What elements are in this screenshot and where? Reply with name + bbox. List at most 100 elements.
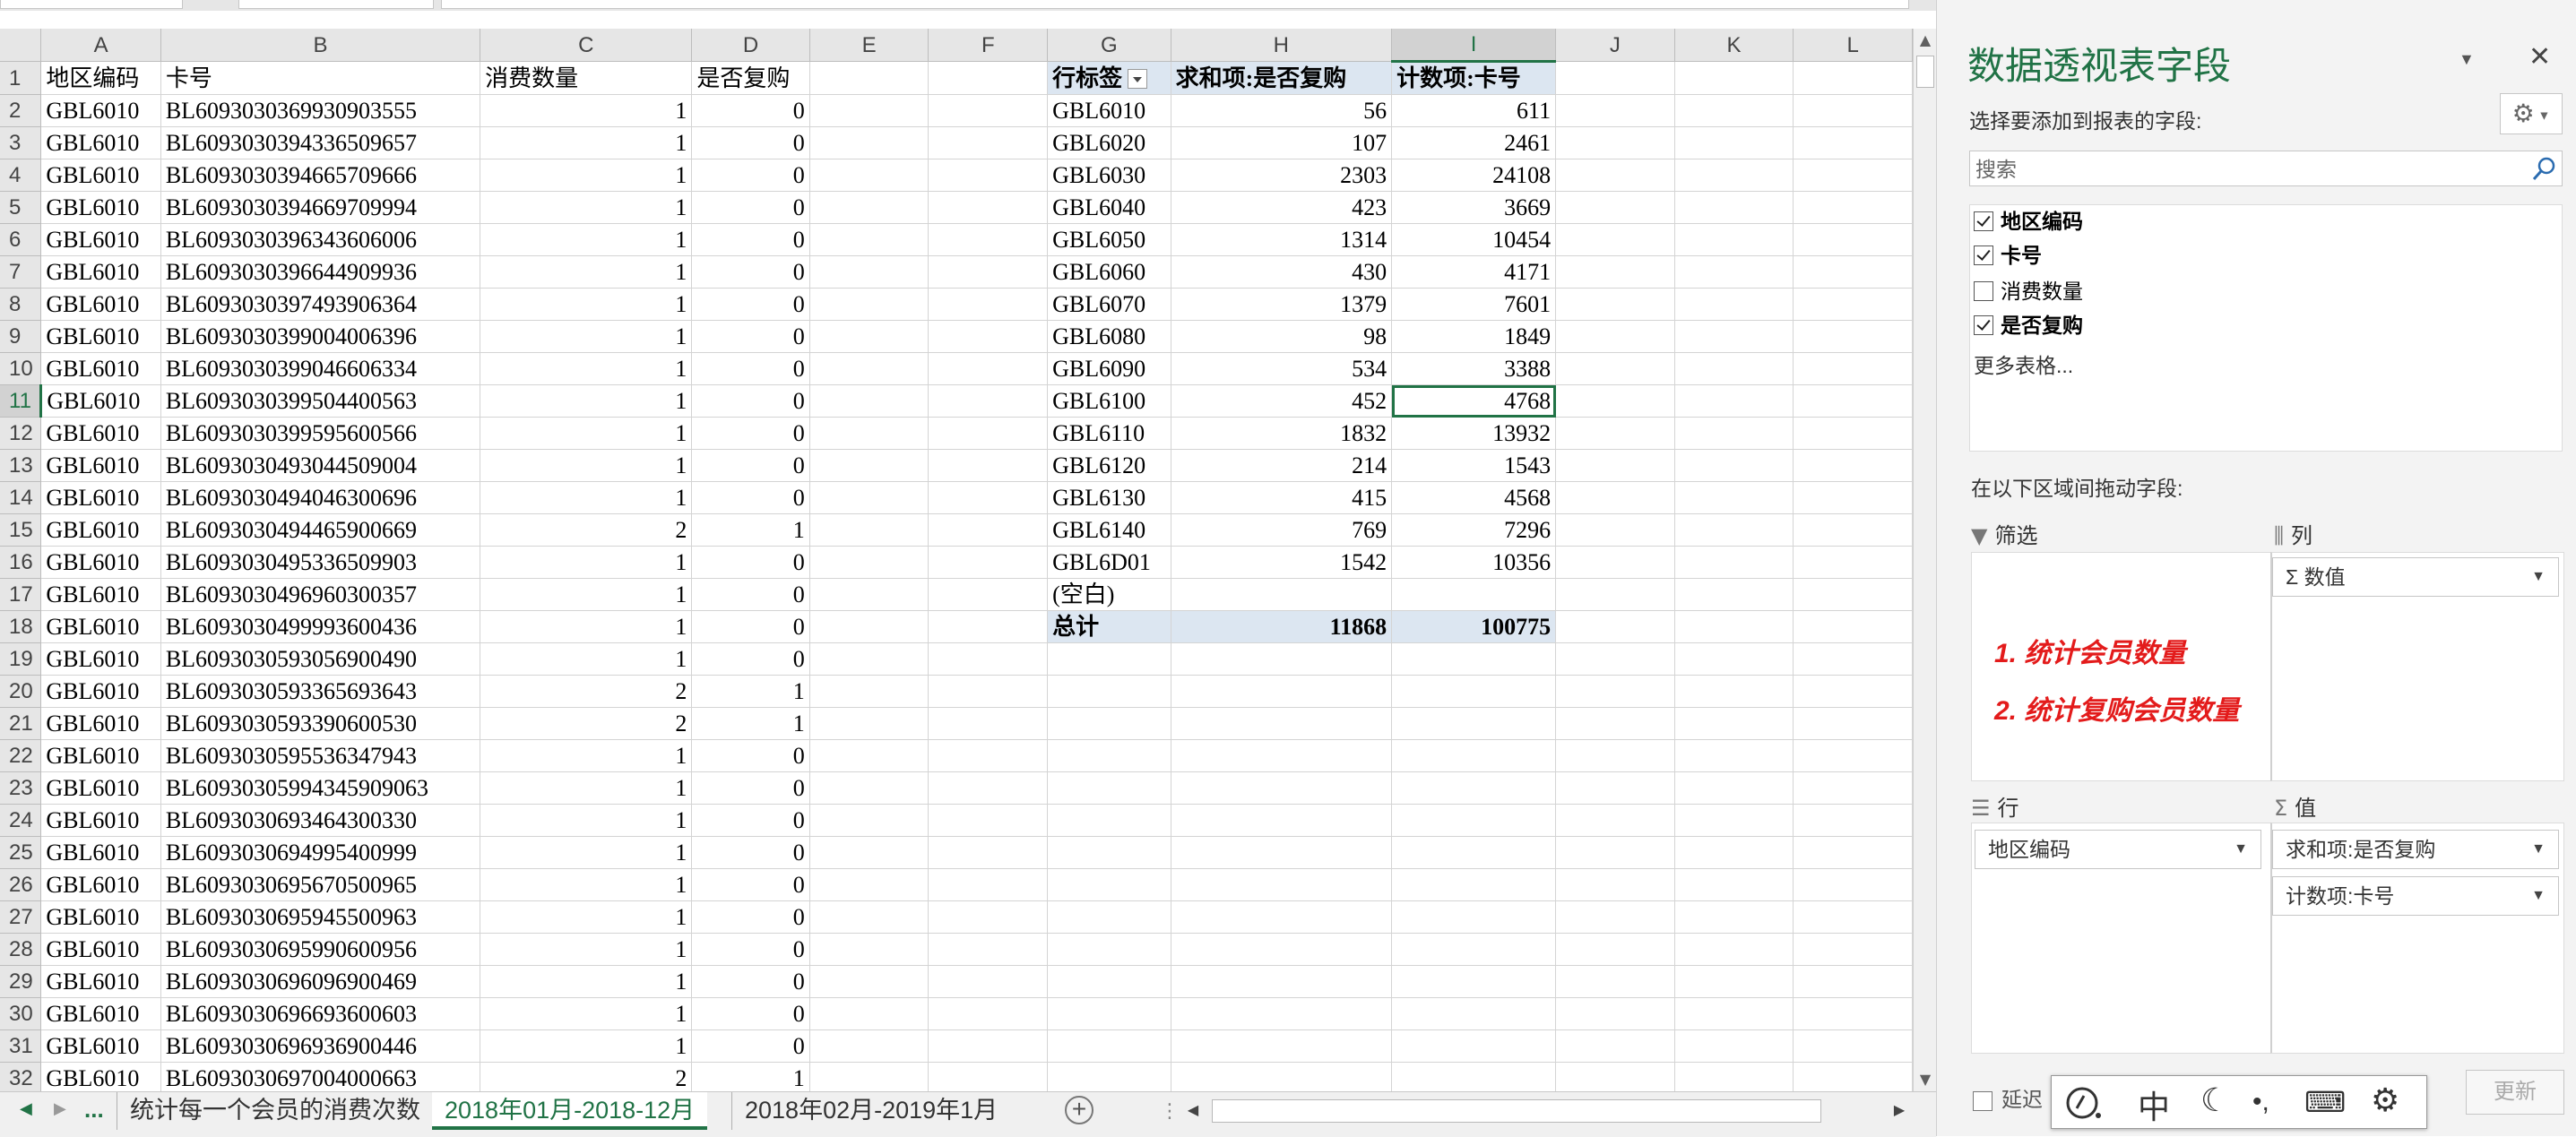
- cell[interactable]: [1171, 771, 1393, 805]
- cell[interactable]: BL6093030494046300696: [160, 481, 481, 514]
- row-header[interactable]: 28: [0, 933, 42, 966]
- row-header[interactable]: 23: [0, 771, 42, 805]
- cell[interactable]: [1674, 513, 1794, 547]
- cell[interactable]: [809, 384, 929, 418]
- cell[interactable]: [1555, 255, 1675, 289]
- field-item-repurchase[interactable]: 是否复购: [1974, 309, 2083, 341]
- cell[interactable]: 1: [480, 578, 693, 611]
- cell[interactable]: BL6093030394336509657: [160, 126, 481, 159]
- cell[interactable]: GBL6010: [40, 836, 161, 869]
- cell[interactable]: [1793, 449, 1913, 482]
- cell[interactable]: GBL6010: [40, 1062, 161, 1091]
- cell[interactable]: BL6093030694995400999: [160, 836, 481, 869]
- row-header[interactable]: 13: [0, 449, 42, 482]
- cell[interactable]: 1: [480, 804, 693, 837]
- cell[interactable]: 1: [480, 352, 693, 385]
- cell[interactable]: [928, 900, 1049, 934]
- cell[interactable]: [928, 578, 1049, 611]
- cell[interactable]: [1793, 900, 1913, 934]
- cell[interactable]: 0: [691, 352, 810, 385]
- cell[interactable]: 2: [480, 707, 693, 740]
- cell[interactable]: GBL6010: [40, 739, 161, 772]
- pivot-cell[interactable]: 1314: [1171, 223, 1393, 256]
- cell[interactable]: [1793, 352, 1913, 385]
- cell[interactable]: [928, 513, 1049, 547]
- cell[interactable]: [1171, 997, 1393, 1030]
- field-search-input[interactable]: [1970, 151, 2515, 187]
- cell[interactable]: [1674, 546, 1794, 579]
- cell[interactable]: BL6093030595536347943: [160, 739, 481, 772]
- pivot-cell[interactable]: 1543: [1391, 449, 1557, 482]
- cell[interactable]: [1171, 642, 1393, 676]
- formula-bar[interactable]: [441, 0, 1909, 9]
- tab-prev-icon[interactable]: ◀: [20, 1099, 32, 1118]
- cell[interactable]: BL6093030369930903555: [160, 94, 481, 127]
- cell[interactable]: [1555, 513, 1675, 547]
- cell[interactable]: [928, 933, 1049, 966]
- cell[interactable]: [1555, 94, 1675, 127]
- cell[interactable]: 0: [691, 900, 810, 934]
- row-header[interactable]: 22: [0, 739, 42, 772]
- cell[interactable]: [1674, 804, 1794, 837]
- cell[interactable]: [928, 288, 1049, 321]
- defer-update[interactable]: 延迟: [1973, 1082, 2043, 1113]
- row-header[interactable]: 5: [0, 191, 42, 224]
- cell[interactable]: 1: [480, 933, 693, 966]
- cell[interactable]: [1171, 836, 1393, 869]
- cell[interactable]: GBL6010: [40, 675, 161, 708]
- cell[interactable]: [928, 320, 1049, 353]
- cell[interactable]: [809, 1062, 929, 1091]
- cell[interactable]: GBL6010: [40, 513, 161, 547]
- cell[interactable]: [1047, 965, 1171, 998]
- cell[interactable]: GBL6010: [40, 868, 161, 901]
- cell[interactable]: GBL6010: [40, 191, 161, 224]
- row-header[interactable]: 12: [0, 417, 42, 450]
- pivot-total-cell[interactable]: 100775: [1391, 610, 1557, 643]
- tab-sheet-member-count[interactable]: 统计每一个会员的消费次数: [117, 1092, 433, 1130]
- cell[interactable]: [928, 546, 1049, 579]
- keyboard-icon[interactable]: ⌨: [2304, 1085, 2346, 1119]
- row-header[interactable]: 1: [0, 61, 42, 95]
- cell[interactable]: [1555, 1062, 1675, 1091]
- cell[interactable]: [928, 836, 1049, 869]
- update-button[interactable]: 更新: [2466, 1070, 2564, 1115]
- cell[interactable]: 0: [691, 642, 810, 676]
- cell[interactable]: [1674, 578, 1794, 611]
- row-header[interactable]: 31: [0, 1029, 42, 1063]
- cell[interactable]: [1793, 965, 1913, 998]
- cell[interactable]: BL6093030696936900446: [160, 1029, 481, 1063]
- pivot-cell[interactable]: GBL6120: [1047, 449, 1171, 482]
- pivot-cell[interactable]: (空白): [1047, 578, 1171, 611]
- pivot-cell[interactable]: 1542: [1171, 546, 1393, 579]
- cell[interactable]: [809, 223, 929, 256]
- cell[interactable]: [1674, 191, 1794, 224]
- vertical-scroll-thumb[interactable]: [1916, 56, 1934, 88]
- cell[interactable]: [1555, 997, 1675, 1030]
- cell[interactable]: [1391, 707, 1557, 740]
- cell[interactable]: [1391, 836, 1557, 869]
- cell[interactable]: [1674, 868, 1794, 901]
- cell[interactable]: GBL6010: [40, 900, 161, 934]
- cell[interactable]: [809, 836, 929, 869]
- cell[interactable]: 1: [480, 610, 693, 643]
- spreadsheet-grid[interactable]: ABCDEFGHIJKL 1 地区编码 卡号 消费数量 是否复购 行标签 求和项:是否复购计…: [0, 29, 1913, 1091]
- cell[interactable]: 0: [691, 997, 810, 1030]
- cell[interactable]: [809, 997, 929, 1030]
- tab-splitter-icon[interactable]: ⋮: [1160, 1099, 1180, 1123]
- cell[interactable]: 1: [691, 513, 810, 547]
- pivot-cell[interactable]: 13932: [1391, 417, 1557, 450]
- cell[interactable]: 1: [480, 546, 693, 579]
- pivot-cell[interactable]: 4568: [1391, 481, 1557, 514]
- cell[interactable]: [809, 513, 929, 547]
- cell[interactable]: [1793, 610, 1913, 643]
- cell[interactable]: [1793, 384, 1913, 418]
- row-header[interactable]: 14: [0, 481, 42, 514]
- column-header[interactable]: A: [40, 29, 161, 62]
- cell[interactable]: [809, 739, 929, 772]
- cell[interactable]: [928, 417, 1049, 450]
- cell[interactable]: [1674, 481, 1794, 514]
- pivot-cell[interactable]: GBL6D01: [1047, 546, 1171, 579]
- cell[interactable]: [809, 771, 929, 805]
- cell[interactable]: BL6093030593056900490: [160, 642, 481, 676]
- row-header[interactable]: 3: [0, 126, 42, 159]
